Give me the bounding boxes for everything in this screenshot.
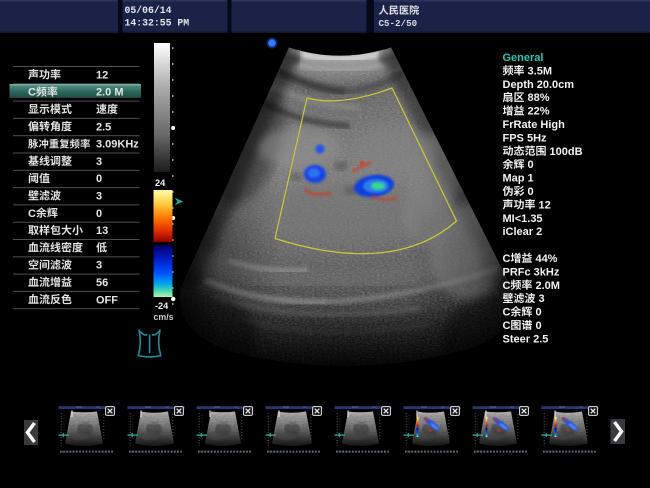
svg-text:-24: -24 <box>155 301 169 311</box>
svg-text:24: 24 <box>155 178 166 188</box>
svg-text:FrRate High: FrRate High <box>503 119 566 131</box>
svg-text:13: 13 <box>96 225 108 237</box>
svg-text:General: General <box>503 52 544 64</box>
svg-text:2.5: 2.5 <box>96 121 111 133</box>
svg-text:3: 3 <box>96 191 102 203</box>
svg-text:2.0M: 2.0M <box>532 280 560 292</box>
svg-text:14:32:55 PM: 14:32:55 PM <box>125 18 190 29</box>
svg-text:12: 12 <box>536 199 551 211</box>
svg-text:OFF: OFF <box>96 294 118 306</box>
svg-text:FPS 5Hz: FPS 5Hz <box>503 132 548 144</box>
svg-text:0: 0 <box>525 186 534 198</box>
svg-text:05/06/14: 05/06/14 <box>125 5 172 16</box>
svg-text:iClear 2: iClear 2 <box>503 226 543 238</box>
svg-text:88%: 88% <box>525 92 550 104</box>
svg-text:0: 0 <box>532 320 541 332</box>
svg-text:C: C <box>503 280 511 292</box>
svg-text:2.0 M: 2.0 M <box>96 87 124 99</box>
svg-text:3: 3 <box>96 156 102 168</box>
svg-text:C5-2/50: C5-2/50 <box>379 18 418 29</box>
svg-text:Depth 20.0cm: Depth 20.0cm <box>503 79 575 91</box>
svg-text:C: C <box>28 208 36 220</box>
svg-text:3.5M: 3.5M <box>525 65 553 77</box>
svg-text:3: 3 <box>96 260 102 272</box>
svg-text:44%: 44% <box>532 253 557 265</box>
svg-text:56: 56 <box>96 277 108 289</box>
svg-text:0: 0 <box>96 208 102 220</box>
svg-text:cm/s: cm/s <box>154 312 174 322</box>
svg-text:Map 1: Map 1 <box>503 173 534 185</box>
svg-text:C: C <box>28 87 36 99</box>
svg-text:0: 0 <box>532 307 541 319</box>
svg-text:PRFc 3kHz: PRFc 3kHz <box>503 266 560 278</box>
svg-text:100dB: 100dB <box>547 146 583 158</box>
svg-text:Steer 2.5: Steer 2.5 <box>503 333 549 345</box>
svg-text:C: C <box>503 253 511 265</box>
svg-text:12: 12 <box>96 69 108 81</box>
svg-text:C: C <box>503 320 511 332</box>
svg-text:3: 3 <box>536 293 545 305</box>
svg-text:0: 0 <box>525 159 534 171</box>
svg-text:C: C <box>503 307 511 319</box>
svg-text:22%: 22% <box>525 106 550 118</box>
svg-text:0: 0 <box>96 173 102 185</box>
svg-text:3.09KHz: 3.09KHz <box>96 139 139 151</box>
svg-text:MI<1.35: MI<1.35 <box>503 213 543 225</box>
